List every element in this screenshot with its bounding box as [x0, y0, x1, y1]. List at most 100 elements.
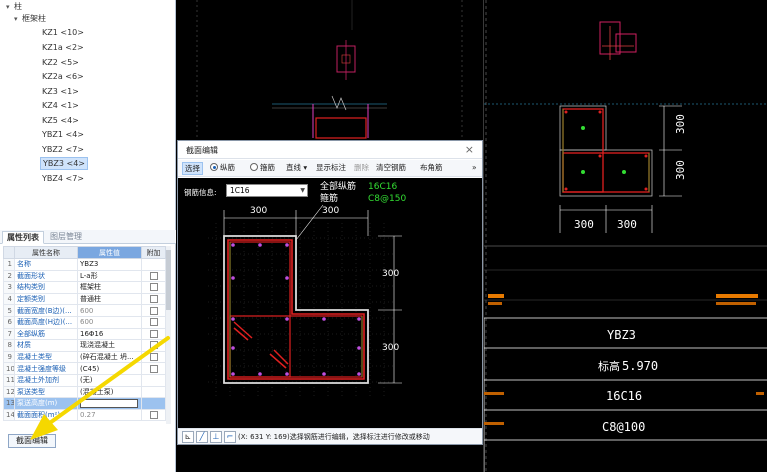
annotation-long-value[interactable]: 16C16 [368, 182, 397, 192]
extra-cell[interactable] [141, 269, 166, 283]
perpendicular-icon[interactable]: ⊥ [210, 431, 222, 443]
checkbox[interactable] [149, 318, 158, 327]
annotation-stirrup-label[interactable]: 箍筋 [320, 192, 338, 204]
extra-cell[interactable] [141, 281, 166, 294]
extra-cell[interactable] [141, 385, 166, 399]
chevron-down-icon[interactable]: ▾ [14, 13, 22, 26]
extra-cell[interactable] [141, 327, 166, 341]
property-value[interactable]: 600 [77, 304, 142, 317]
checkbox[interactable] [149, 364, 158, 373]
table-row[interactable]: 9 混凝土类型 (碎石混凝土 坍... [3, 350, 166, 364]
show-label-button[interactable]: 显示标注 [316, 162, 346, 175]
extra-cell[interactable] [141, 315, 166, 329]
property-value[interactable]: 600 [77, 315, 142, 329]
table-row[interactable]: 13 泵送高度(m) [3, 397, 166, 410]
drawing-canvas-detail[interactable]: 300 300 300 300 YBZ3 标高 5.970 16C16 C8@1… [483, 0, 767, 472]
table-row[interactable]: 1 名称 YBZ3 [3, 258, 166, 271]
extra-cell[interactable] [141, 397, 166, 410]
tab-property-list[interactable]: 属性列表 [2, 231, 44, 244]
stirrup-radio[interactable]: 箍筋 [250, 162, 275, 175]
property-value[interactable]: (C45) [77, 362, 142, 375]
table-row[interactable]: 6 截面高度(H边)(... 600 [3, 315, 166, 329]
pump-height-input[interactable] [80, 398, 138, 408]
table-row[interactable]: 14 截面面积(m²) 0.27 [3, 408, 166, 422]
extra-cell[interactable] [141, 258, 166, 271]
table-row[interactable]: 11 混凝土外加剂 (无) [3, 373, 166, 387]
table-row[interactable]: 7 全部纵筋 16Φ16 [3, 327, 166, 341]
corner-rebar-button[interactable]: 布角筋 [420, 162, 443, 175]
property-value[interactable]: (无) [77, 373, 142, 387]
tree-item[interactable]: YBZ1 <4> [42, 128, 84, 141]
line-tool-icon[interactable]: ╱ [196, 431, 208, 443]
extra-cell[interactable] [141, 350, 166, 364]
property-value[interactable]: 普通柱 [77, 292, 142, 306]
extra-cell[interactable] [141, 408, 166, 422]
extra-cell[interactable] [141, 292, 166, 306]
property-scrollbar[interactable] [166, 246, 171, 424]
orthogonal-icon[interactable]: ⊾ [182, 431, 194, 443]
table-row[interactable]: 2 截面形状 L-a形 [3, 269, 166, 283]
longitudinal-radio[interactable]: 纵筋 [210, 162, 235, 175]
section-edit-button[interactable]: 截面编辑 [8, 434, 56, 448]
property-value[interactable]: 16Φ16 [77, 327, 142, 341]
property-value[interactable]: 现浇混凝土 [77, 339, 142, 352]
radio-icon[interactable] [250, 163, 258, 171]
checkbox[interactable] [149, 306, 158, 315]
property-name: 结构类别 [14, 281, 78, 294]
line-dropdown[interactable]: 直线 ▾ [286, 162, 307, 175]
extra-cell[interactable] [141, 339, 166, 352]
extra-cell[interactable] [141, 362, 166, 375]
tree-item[interactable]: KZ1 <10> [42, 26, 84, 39]
scrollbar-thumb[interactable] [166, 250, 171, 310]
checkbox[interactable] [149, 283, 158, 292]
checkbox[interactable] [149, 411, 158, 420]
property-value[interactable]: L-a形 [77, 269, 142, 283]
dialog-toolbar: 选择 纵筋 箍筋 直线 ▾ 显示标注 删除 清空钢筋 布角筋 » [178, 160, 482, 177]
select-button[interactable]: 选择 [182, 162, 203, 175]
dim-label: 300 [250, 206, 267, 216]
tree-item[interactable]: KZ4 <1> [42, 99, 79, 112]
table-row[interactable]: 10 混凝土强度等级 (C45) [3, 362, 166, 375]
extra-cell[interactable] [141, 304, 166, 317]
tree-item[interactable]: KZ2a <6> [42, 70, 84, 83]
checkbox[interactable] [149, 329, 158, 338]
snap-icon[interactable]: ⌐ [224, 431, 236, 443]
table-row[interactable]: 5 截面宽度(B边)(... 600 [3, 304, 166, 317]
property-value[interactable]: (混凝土泵) [77, 385, 142, 399]
dialog-titlebar[interactable]: 截面编辑 × [178, 141, 482, 159]
table-row[interactable]: 8 材质 现浇混凝土 [3, 339, 166, 352]
annotation-stirrup-value[interactable]: C8@150 [368, 194, 406, 204]
property-value[interactable] [77, 397, 142, 410]
radio-selected-icon[interactable] [210, 163, 218, 171]
tree-group[interactable]: ▾ 框架柱 [14, 12, 46, 25]
clear-rebar-button[interactable]: 清空钢筋 [376, 162, 406, 175]
property-value[interactable]: 0.27 [77, 408, 142, 422]
checkbox[interactable] [149, 353, 158, 362]
tree-item[interactable]: KZ3 <1> [42, 85, 79, 98]
table-row[interactable]: 3 结构类别 框架柱 [3, 281, 166, 294]
delete-button[interactable]: 删除 [354, 162, 369, 175]
table-row[interactable]: 12 泵送类型 (混凝土泵) [3, 385, 166, 399]
row-index: 1 [3, 258, 15, 271]
property-value[interactable]: 框架柱 [77, 281, 142, 294]
tree-item[interactable]: YBZ4 <7> [42, 172, 84, 185]
annotation-long-label[interactable]: 全部纵筋 [320, 180, 356, 192]
tree-item[interactable]: KZ5 <4> [42, 114, 79, 127]
tree-item-selected[interactable]: YBZ3 <4> [40, 157, 88, 170]
close-icon[interactable]: × [465, 143, 474, 156]
row-index: 7 [3, 327, 15, 341]
checkbox[interactable] [149, 341, 158, 350]
property-value[interactable]: (碎石混凝土 坍... [77, 350, 142, 364]
tree-item[interactable]: KZ1a <2> [42, 41, 84, 54]
checkbox[interactable] [149, 295, 158, 304]
tab-layer-manager[interactable]: 图层管理 [46, 231, 86, 244]
extra-cell[interactable] [141, 373, 166, 387]
toolbar-more-button[interactable]: » [472, 162, 477, 175]
table-row[interactable]: 4 定额类别 普通柱 [3, 292, 166, 306]
checkbox[interactable] [149, 271, 158, 280]
property-value[interactable]: YBZ3 [77, 258, 142, 271]
tree-item[interactable]: YBZ2 <7> [42, 143, 84, 156]
tree-item[interactable]: KZ2 <5> [42, 56, 79, 69]
section-canvas[interactable]: 钢筋信息: 1C16 ▼ 300 300 300 300 全部纵筋 16C16 … [178, 178, 482, 428]
chevron-down-icon[interactable]: ▾ [6, 1, 14, 14]
